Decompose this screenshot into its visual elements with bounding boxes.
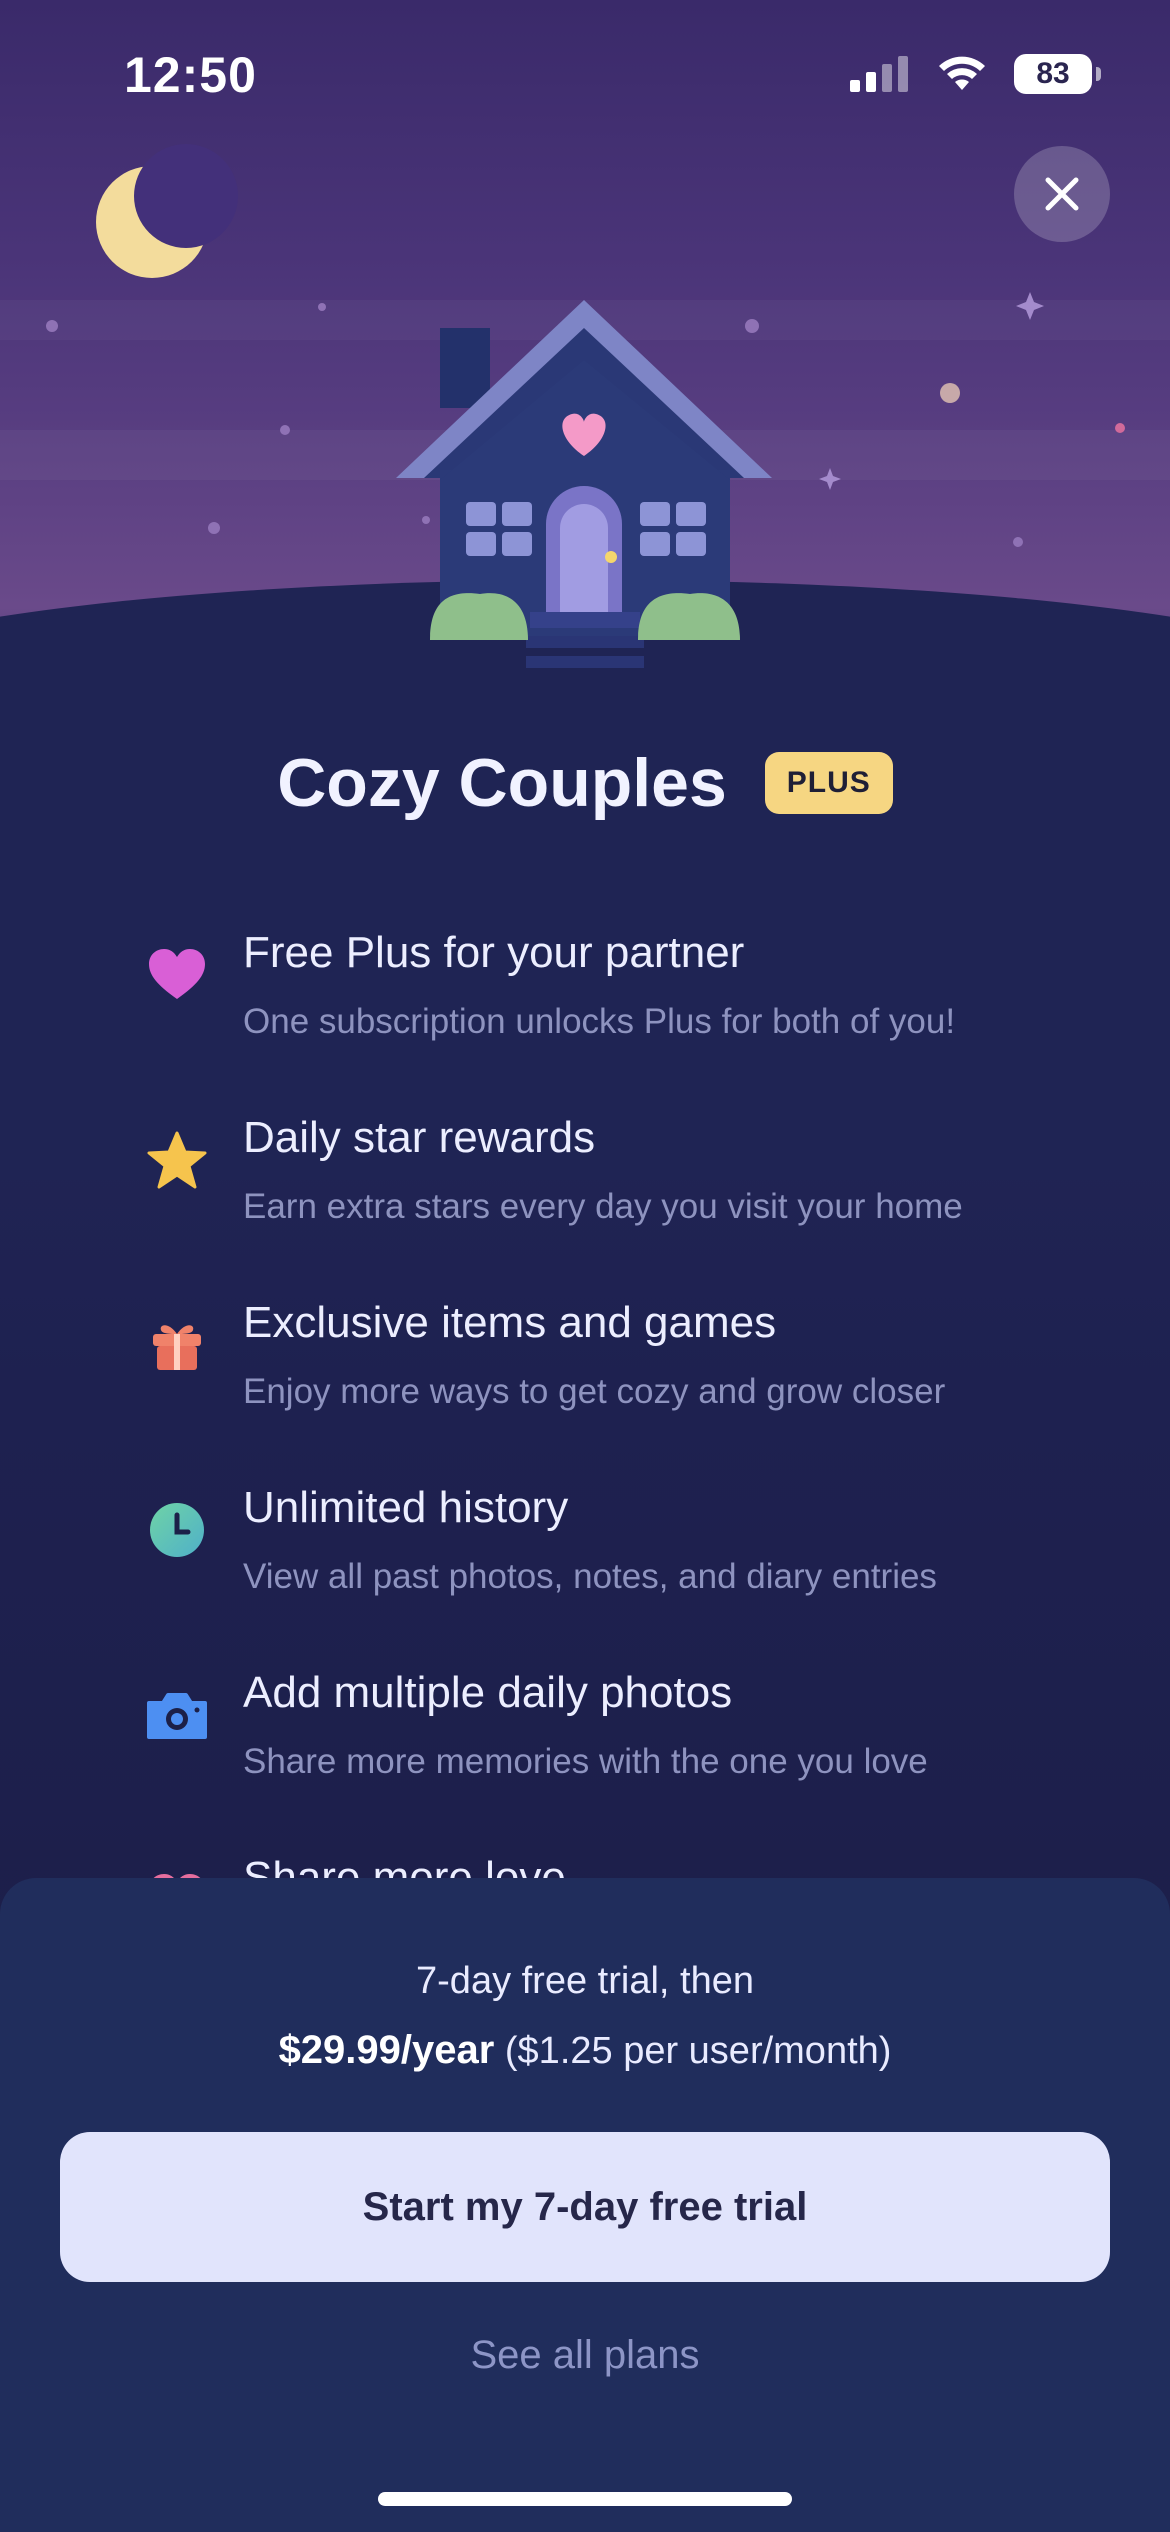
wifi-icon <box>939 56 985 90</box>
price-line: $29.99/year ($1.25 per user/month) <box>0 2028 1170 2073</box>
app-title: Cozy Couples <box>277 745 727 821</box>
plus-badge: PLUS <box>764 752 893 814</box>
close-button[interactable] <box>1014 146 1110 242</box>
start-trial-button[interactable]: Start my 7-day free trial <box>60 2132 1110 2282</box>
feature-title: Daily star rewards <box>243 1113 596 1162</box>
paywall-screen: 12:50 83 Cozy Couples PLUS Free Plus for… <box>0 0 1170 2532</box>
feature-list: Free Plus for your partner One subscript… <box>140 920 1080 2030</box>
feature-item: Add multiple daily photos Share more mem… <box>140 1660 1080 1845</box>
heart-icon <box>140 938 214 1012</box>
gift-icon <box>140 1308 214 1382</box>
star-icon <box>140 1123 214 1197</box>
feature-subtitle: Enjoy more ways to get cozy and grow clo… <box>243 1372 946 1411</box>
title-row: Cozy Couples PLUS <box>0 744 1170 822</box>
trial-text: 7-day free trial, then <box>416 1960 754 2002</box>
house-foreground <box>430 580 740 668</box>
feature-item: Daily star rewards Earn extra stars ever… <box>140 1105 1080 1290</box>
camera-icon <box>140 1678 214 1752</box>
status-time: 12:50 <box>124 47 257 103</box>
feature-title: Exclusive items and games <box>243 1298 777 1347</box>
close-icon <box>1045 177 1079 211</box>
feature-subtitle: One subscription unlocks Plus for both o… <box>243 1002 956 1041</box>
status-icons: 83 <box>850 54 1101 94</box>
price: $29.99/year <box>278 2028 495 2072</box>
feature-subtitle: Share more memories with the one you lov… <box>243 1742 928 1781</box>
cellular-signal-icon <box>850 56 908 92</box>
see-all-plans-link[interactable]: See all plans <box>0 2333 1170 2378</box>
feature-subtitle: View all past photos, notes, and diary e… <box>243 1557 937 1596</box>
clock-icon <box>140 1493 214 1567</box>
battery-indicator: 83 <box>1014 54 1101 94</box>
feature-title: Unlimited history <box>243 1483 569 1532</box>
feature-title: Add multiple daily photos <box>243 1668 733 1717</box>
feature-subtitle: Earn extra stars every day you visit you… <box>243 1187 963 1226</box>
home-indicator <box>378 2492 792 2506</box>
feature-title: Free Plus for your partner <box>243 928 745 977</box>
price-detail: ($1.25 per user/month) <box>504 2030 892 2072</box>
feature-item: Exclusive items and games Enjoy more way… <box>140 1290 1080 1475</box>
feature-item: Unlimited history View all past photos, … <box>140 1475 1080 1660</box>
feature-item: Free Plus for your partner One subscript… <box>140 920 1080 1105</box>
